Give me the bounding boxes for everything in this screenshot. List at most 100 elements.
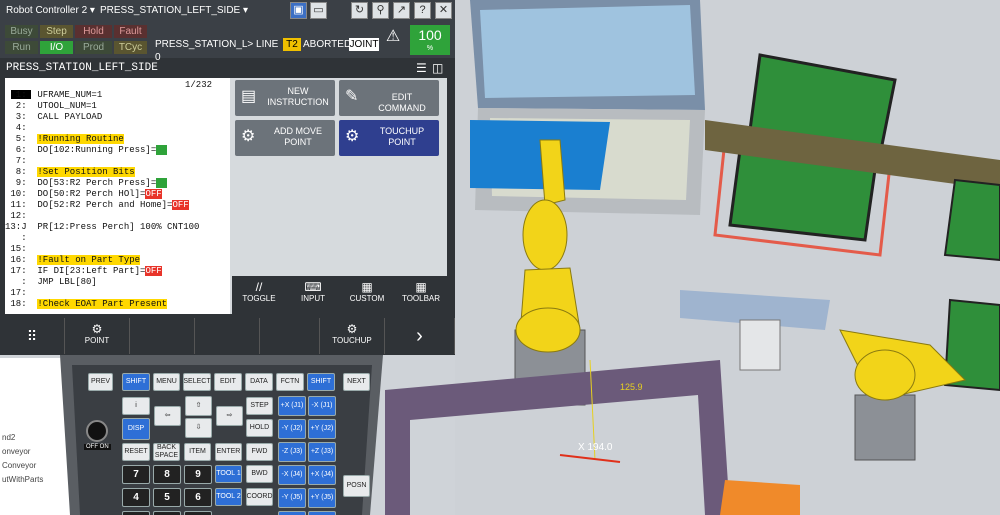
help-icon[interactable]: ?	[414, 2, 431, 19]
add-move-point-button[interactable]: ⚙ ADD MOVE POINT	[235, 120, 335, 156]
enable-switch-icon[interactable]	[86, 420, 108, 442]
custom-softkey[interactable]: ▦ CUSTOM	[340, 276, 394, 314]
fkey-f3[interactable]	[195, 318, 260, 354]
jog-key[interactable]: -X (J1)	[308, 396, 336, 416]
posn-key[interactable]: POSN	[343, 475, 370, 497]
code-line[interactable]: 4:	[5, 123, 37, 134]
code-line[interactable]: 3: CALL PAYLOAD	[5, 112, 102, 123]
prev-key[interactable]: PREV	[88, 373, 113, 391]
next-key[interactable]: NEXT	[343, 373, 370, 391]
code-line[interactable]: 7:	[5, 156, 37, 167]
code-line[interactable]: 2: UTOOL_NUM=1	[5, 101, 97, 112]
next-page-chevron-icon[interactable]: ›	[385, 318, 455, 354]
override-percent[interactable]: 100 %	[410, 25, 450, 55]
jog-key[interactable]: +X (J4)	[308, 465, 336, 485]
menu-icon[interactable]: ☰	[416, 61, 427, 76]
right-arrow-key[interactable]: ⇨	[216, 406, 243, 426]
code-line[interactable]: 12:	[5, 211, 37, 222]
disp-key[interactable]: DISP	[122, 418, 150, 440]
number-key-7[interactable]: 7	[122, 465, 150, 484]
item-key[interactable]: ITEM	[184, 443, 211, 461]
point-fkey[interactable]: ⚙ POINT	[65, 318, 130, 354]
info-warning-icon[interactable]: ⚠	[380, 26, 406, 54]
joint-badge[interactable]: JOINT	[349, 38, 379, 51]
new-instruction-button[interactable]: ▤ NEW INSTRUCTION	[235, 80, 335, 116]
fkey-f2[interactable]	[130, 318, 195, 354]
code-line[interactable]: : JMP LBL[80]	[5, 277, 97, 288]
grid-menu-button[interactable]: ⠿	[0, 318, 65, 354]
code-line[interactable]: 15:	[5, 244, 37, 255]
fctn-key[interactable]: FCTN	[276, 373, 304, 391]
single-view-icon[interactable]: ▣	[290, 2, 307, 19]
jog-key[interactable]: -X (J4)	[278, 465, 306, 485]
code-line[interactable]: 17:	[5, 288, 37, 299]
code-line[interactable]: 18: !Check EOAT Part Present	[5, 299, 168, 310]
refresh-icon[interactable]: ↻	[351, 2, 368, 19]
touchup-point-button[interactable]: ⚙ TOUCHUP POINT	[339, 120, 439, 156]
jog-key[interactable]: -Z (J3)	[278, 442, 306, 462]
jog-key[interactable]: +Y (J2)	[308, 419, 336, 439]
select-key[interactable]: SELECT	[183, 373, 211, 391]
tool1-key[interactable]: TOOL 1	[215, 465, 242, 483]
shift-key-left[interactable]: SHIFT	[122, 373, 150, 391]
jog-key[interactable]: -Y (J2)	[278, 419, 306, 439]
menu-key[interactable]: MENU	[153, 373, 180, 391]
code-line[interactable]: 17: IF DI[23:Left Part]=OFF	[5, 266, 162, 277]
backspace-key[interactable]: BACK SPACE	[153, 443, 180, 461]
shift-key-right[interactable]: SHIFT	[307, 373, 335, 391]
popout-icon[interactable]: ↗	[393, 2, 410, 19]
program-selector[interactable]: PRESS_STATION_LEFT_SIDE ▾	[100, 5, 248, 16]
code-line[interactable]: 5: !Running Routine	[5, 134, 124, 145]
number-key-6[interactable]: 6	[184, 488, 212, 507]
number-key-8[interactable]: 8	[153, 465, 181, 484]
jog-key[interactable]: +X (J1)	[278, 396, 306, 416]
code-line[interactable]: 16: !Fault on Part Type	[5, 255, 141, 266]
controller-selector[interactable]: Robot Controller 2 ▾	[6, 5, 95, 16]
code-line[interactable]: 13:J PR[12:Press Perch] 100% CNT100	[5, 222, 199, 233]
reset-key[interactable]: RESET	[122, 443, 150, 461]
edit-key[interactable]: EDIT	[214, 373, 242, 391]
code-line[interactable]: 6: DO[102:Running Press]=ON	[5, 145, 168, 156]
step-key[interactable]: STEP	[246, 397, 273, 415]
code-line[interactable]: 10: DO[50:R2 Perch HOl]=OFF	[5, 189, 162, 200]
toggle-softkey[interactable]: //TOGGLE	[232, 276, 286, 314]
jog-key[interactable]: +Z (J3)	[308, 442, 336, 462]
enter-key[interactable]: ENTER	[215, 443, 242, 461]
bwd-key[interactable]: BWD	[246, 465, 273, 483]
code-line[interactable]: 8: !Set Position Bits	[5, 167, 135, 178]
input-softkey[interactable]: ⌨ INPUT	[286, 276, 340, 314]
jog-key[interactable]: +Y (J5)	[308, 488, 336, 508]
number-key-1[interactable]: 1	[122, 511, 150, 515]
program-editor[interactable]: 1/232 1: UFRAME_NUM=1 2: UTOOL_NUM=1 3: …	[5, 78, 230, 314]
close-icon[interactable]: ✕	[435, 2, 452, 19]
info-key[interactable]: i	[122, 397, 150, 415]
left-arrow-key[interactable]: ⇦	[154, 406, 181, 426]
number-key-5[interactable]: 5	[153, 488, 181, 507]
number-key-3[interactable]: 3	[184, 511, 212, 515]
code-line[interactable]: 1: UFRAME_NUM=1	[5, 90, 102, 101]
down-arrow-key[interactable]: ⇩	[185, 418, 212, 438]
number-key-2[interactable]: 2	[153, 511, 181, 515]
touchup-fkey[interactable]: ⚙ TOUCHUP	[320, 318, 385, 354]
number-key-4[interactable]: 4	[122, 488, 150, 507]
jog-key[interactable]: -Y (J5)	[278, 488, 306, 508]
pin-icon[interactable]: ⚲	[372, 2, 389, 19]
jog-key[interactable]: -Z (J6)	[278, 511, 306, 515]
hold-key[interactable]: HOLD	[246, 419, 273, 437]
coord-key[interactable]: COORD	[246, 488, 273, 506]
data-key[interactable]: DATA	[245, 373, 273, 391]
fkey-f4[interactable]	[260, 318, 320, 354]
layout-icon[interactable]: ◫	[432, 61, 443, 76]
jog-key[interactable]: +Z (J6)	[308, 511, 336, 515]
edit-command-button[interactable]: ✎ EDIT COMMAND	[339, 80, 439, 116]
fwd-key[interactable]: FWD	[246, 443, 273, 461]
code-line[interactable]: 9: DO[53:R2 Perch Press]=ON	[5, 178, 168, 189]
split-view-icon[interactable]: ▭	[310, 2, 327, 19]
toolbar-softkey[interactable]: ▦ TOOLBAR	[394, 276, 448, 314]
io-value-badge: OFF	[172, 200, 189, 210]
code-line[interactable]: 11: DO[52:R2 Perch and Home]=OFF	[5, 200, 189, 211]
tool2-key[interactable]: TOOL 2	[215, 488, 242, 506]
number-key-9[interactable]: 9	[184, 465, 212, 484]
up-arrow-key[interactable]: ⇧	[185, 396, 212, 416]
code-line[interactable]: :	[5, 233, 37, 244]
